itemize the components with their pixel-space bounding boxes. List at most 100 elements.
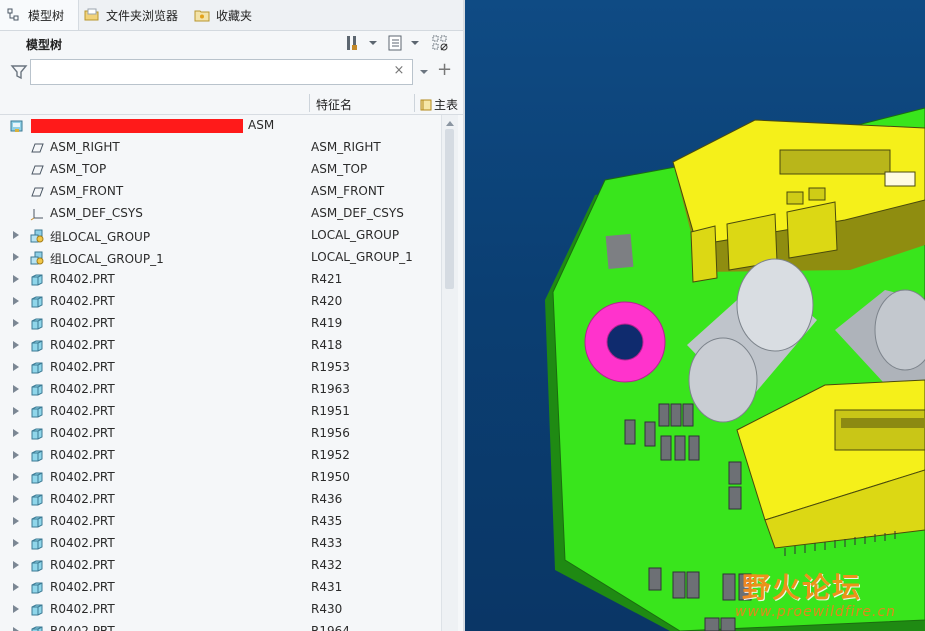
tree-row[interactable]: R0402.PRT R436 (0, 489, 441, 511)
tree-row[interactable]: R0402.PRT R1956 (0, 423, 441, 445)
datum-plane-icon (30, 141, 44, 155)
search-input[interactable] (35, 60, 399, 84)
settings-button[interactable] (341, 34, 365, 54)
tree-row[interactable]: ASM_DEF_CSYS ASM_DEF_CSYS (0, 203, 441, 225)
tree-row-feature-name: R1953 (311, 360, 350, 374)
tree-row-name: R0402.PRT (50, 514, 115, 528)
csys-icon (30, 207, 44, 221)
tree-row-name: R0402.PRT (50, 624, 115, 631)
tree-row[interactable]: R0402.PRT R418 (0, 335, 441, 357)
favorites-icon (194, 7, 210, 23)
add-icon[interactable]: + (437, 61, 452, 79)
tree-columns-button[interactable] (383, 34, 407, 54)
column-feature-name[interactable]: 特征名 (316, 96, 352, 113)
tree-row-feature-name: R436 (311, 492, 343, 506)
tab-model-tree[interactable]: 模型树 (0, 0, 79, 30)
tree-row[interactable]: ASM_FRONT ASM_FRONT (0, 181, 441, 203)
tree-row[interactable]: R0402.PRT R1952 (0, 445, 441, 467)
datum-plane-icon (30, 185, 44, 199)
tree-row-feature-name: ASM_RIGHT (311, 140, 381, 154)
tree-row[interactable]: ASM_TOP ASM_TOP (0, 159, 441, 181)
column-separator[interactable] (414, 94, 415, 112)
tree-row[interactable]: R0402.PRT R1963 (0, 379, 441, 401)
expand-arrow-icon[interactable] (13, 231, 19, 239)
expand-arrow-icon[interactable] (13, 253, 19, 261)
model-tree-icon (6, 7, 22, 23)
datum-plane-icon (30, 163, 44, 177)
tree-row-feature-name: R1964 (311, 624, 350, 631)
tree-row[interactable]: 组LOCAL_GROUP_1 LOCAL_GROUP_1 (0, 247, 441, 269)
tree-row-name: R0402.PRT (50, 602, 115, 616)
chevron-down-icon[interactable] (368, 39, 378, 47)
tree-row-name: ASM_TOP (50, 162, 107, 176)
expand-arrow-icon[interactable] (13, 583, 19, 591)
show-hide-button[interactable] (428, 34, 452, 54)
tree-row[interactable]: R0402.PRT R431 (0, 577, 441, 599)
tree-row[interactable]: R0402.PRT R433 (0, 533, 441, 555)
tab-folder-browser[interactable]: 文件夹浏览器 (78, 0, 184, 30)
expand-arrow-icon[interactable] (13, 473, 19, 481)
tree-row[interactable]: R0402.PRT R1964 (0, 621, 441, 631)
expand-arrow-icon[interactable] (13, 385, 19, 393)
tree-row[interactable]: R0402.PRT R1950 (0, 467, 441, 489)
scroll-up-arrow-icon[interactable] (446, 121, 454, 126)
show-hide-icon (431, 34, 449, 55)
chevron-down-icon[interactable] (410, 39, 420, 47)
tree-row-feature-name: R1951 (311, 404, 350, 418)
expand-arrow-icon[interactable] (13, 429, 19, 437)
tree-row-name: ASM_RIGHT (50, 140, 120, 154)
tree-row-name: 组LOCAL_GROUP_1 (50, 252, 164, 266)
expand-arrow-icon[interactable] (13, 561, 19, 569)
tree-row[interactable]: R0402.PRT R1953 (0, 357, 441, 379)
tree-row-name: ASM_DEF_CSYS (50, 206, 143, 220)
tab-label: 模型树 (28, 8, 65, 23)
tree-row-feature-name: R421 (311, 272, 343, 286)
expand-arrow-icon[interactable] (13, 341, 19, 349)
expand-arrow-icon[interactable] (13, 275, 19, 283)
tree-root[interactable]: ASM (0, 115, 441, 137)
tree-row[interactable]: ASM_RIGHT ASM_RIGHT (0, 137, 441, 159)
tree-row-feature-name: ASM_FRONT (311, 184, 385, 198)
tab-label: 文件夹浏览器 (106, 8, 179, 23)
filter-icon[interactable] (10, 63, 28, 81)
tree-row-name: R0402.PRT (50, 536, 115, 550)
expand-arrow-icon[interactable] (13, 495, 19, 503)
part-icon (30, 559, 44, 573)
tree-row-name: R0402.PRT (50, 316, 115, 330)
scroll-thumb[interactable] (445, 129, 454, 289)
tree-row[interactable]: R0402.PRT R432 (0, 555, 441, 577)
tree-row[interactable]: R0402.PRT R1951 (0, 401, 441, 423)
expand-arrow-icon[interactable] (13, 517, 19, 525)
chevron-down-icon[interactable] (419, 68, 429, 76)
tab-favorites[interactable]: 收藏夹 (188, 0, 258, 30)
expand-arrow-icon[interactable] (13, 297, 19, 305)
panel-tabs: 模型树 文件夹浏览器 收藏夹 (0, 0, 463, 31)
part-icon (30, 493, 44, 507)
expand-arrow-icon[interactable] (13, 539, 19, 547)
column-separator[interactable] (309, 94, 310, 112)
expand-arrow-icon[interactable] (13, 407, 19, 415)
tree-row-name: 组LOCAL_GROUP (50, 230, 151, 244)
search-field[interactable]: × (30, 59, 413, 85)
tree-row[interactable]: 组LOCAL_GROUP LOCAL_GROUP (0, 225, 441, 247)
tree-row-name: ASM_FRONT (50, 184, 124, 198)
tree-row[interactable]: R0402.PRT R419 (0, 313, 441, 335)
column-main[interactable]: 主表 (420, 96, 458, 113)
tree-row-name: R0402.PRT (50, 404, 115, 418)
tree-row[interactable]: R0402.PRT R430 (0, 599, 441, 621)
clear-icon[interactable]: × (392, 64, 406, 78)
tree-row[interactable]: R0402.PRT R435 (0, 511, 441, 533)
tree-scrollbar[interactable] (441, 115, 458, 631)
tab-label: 收藏夹 (216, 8, 253, 23)
part-icon (30, 625, 44, 631)
graphics-viewport[interactable] (465, 0, 925, 631)
tree-row[interactable]: R0402.PRT R420 (0, 291, 441, 313)
tree-row-name: R0402.PRT (50, 338, 115, 352)
expand-arrow-icon[interactable] (13, 451, 19, 459)
tree-row[interactable]: R0402.PRT R421 (0, 269, 441, 291)
expand-arrow-icon[interactable] (13, 319, 19, 327)
expand-arrow-icon[interactable] (13, 627, 19, 631)
expand-arrow-icon[interactable] (13, 605, 19, 613)
expand-arrow-icon[interactable] (13, 363, 19, 371)
part-icon (30, 405, 44, 419)
